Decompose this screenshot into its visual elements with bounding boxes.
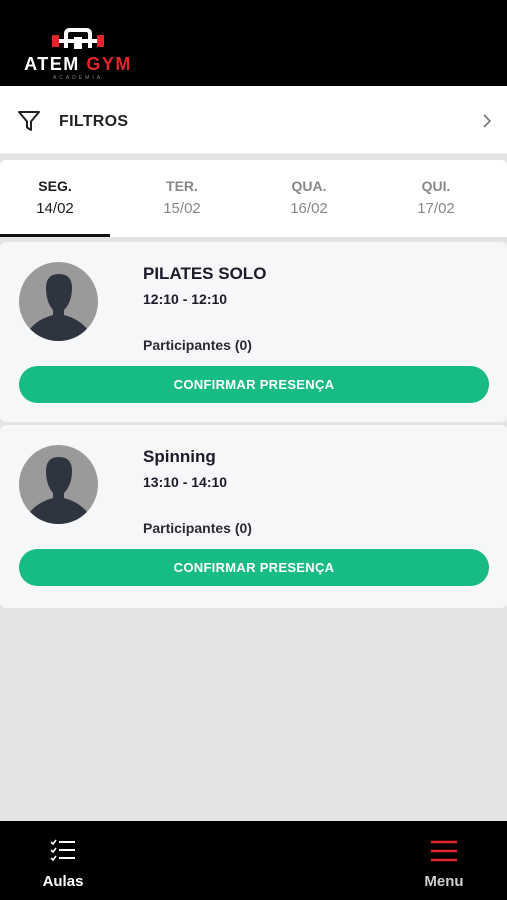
instructor-avatar [19,262,98,341]
confirm-presence-button[interactable]: CONFIRMAR PRESENÇA [19,366,489,403]
class-name: PILATES SOLO [143,264,267,283]
participants-count[interactable]: Participantes (0) [143,337,252,353]
filter-label: FILTROS [59,113,129,130]
class-card: PILATES SOLO 12:10 - 12:10 Participantes… [0,242,507,422]
day-tab-seg[interactable]: SEG. 14/02 [0,160,110,237]
logo-text: ATEM GYM [24,54,132,74]
logo-subtitle: ACADEMIA [52,75,104,81]
instructor-avatar [19,445,98,524]
bottom-nav: Aulas Menu [0,821,507,900]
day-tab-date: 16/02 [290,200,328,217]
confirm-presence-button[interactable]: CONFIRMAR PRESENÇA [19,549,489,586]
day-tab-date: 14/02 [36,200,74,217]
dumbbell-logo-icon [52,28,104,49]
day-selector: SEG. 14/02 TER. 15/02 QUA. 16/02 QUI. 17… [0,160,507,237]
app-header: ATEM GYM ACADEMIA [0,0,507,86]
day-tab-qui[interactable]: QUI. 17/02 [381,160,491,237]
nav-menu-label: Menu [424,873,464,890]
participants-count[interactable]: Participantes (0) [143,520,252,536]
nav-aulas[interactable]: Aulas [18,821,108,900]
class-time: 13:10 - 14:10 [143,474,228,490]
day-tab-name: QUA. [291,178,327,194]
person-silhouette-icon [30,274,87,341]
class-card: Spinning 13:10 - 14:10 Participantes (0)… [0,425,507,608]
nav-aulas-label: Aulas [42,873,84,890]
day-tab-ter[interactable]: TER. 15/02 [127,160,237,237]
chevron-right-icon [483,114,492,128]
day-tab-date: 17/02 [417,200,455,217]
filter-bar[interactable]: FILTROS [0,86,507,154]
nav-menu[interactable]: Menu [399,821,489,900]
gym-logo[interactable]: ATEM GYM ACADEMIA [16,28,140,82]
day-tab-date: 15/02 [163,200,201,217]
day-tab-name: SEG. [38,178,72,194]
day-tab-name: TER. [166,178,198,194]
day-tab-qua[interactable]: QUA. 16/02 [254,160,364,237]
checklist-icon [50,839,75,862]
class-name: Spinning [143,447,216,466]
person-silhouette-icon [30,457,87,524]
class-time: 12:10 - 12:10 [143,291,228,307]
day-tab-name: QUI. [421,178,451,194]
hamburger-menu-icon [431,840,457,862]
filter-icon [18,111,40,131]
